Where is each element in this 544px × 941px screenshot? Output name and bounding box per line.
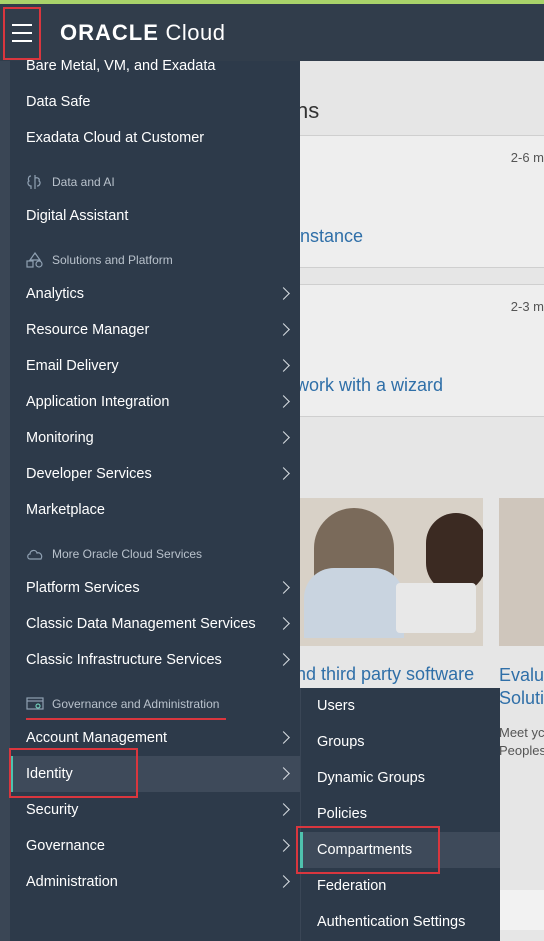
submenu-item-federation[interactable]: Federation <box>300 868 500 904</box>
card-time: 2-3 m <box>510 299 544 314</box>
menu-edge <box>0 61 10 941</box>
section-header-governance-admin: Governance and Administration <box>10 692 300 716</box>
governance-icon <box>26 697 44 710</box>
oracle-cloud-logo[interactable]: ORACLE Cloud <box>60 20 225 46</box>
feature-link[interactable]: nd third party software <box>296 664 474 685</box>
bottom-card <box>499 890 544 930</box>
chevron-right-icon <box>277 875 290 888</box>
highlight-box <box>9 748 138 798</box>
feature-image <box>296 498 483 646</box>
laptop-figure <box>396 583 476 633</box>
card-link[interactable]: instance <box>296 226 363 247</box>
menu-item-exadata-cloud[interactable]: Exadata Cloud at Customer <box>10 120 300 156</box>
menu-item-governance[interactable]: Governance <box>10 828 300 864</box>
chevron-right-icon <box>277 431 290 444</box>
menu-item-email-delivery[interactable]: Email Delivery <box>10 348 300 384</box>
card-time: 2-6 m <box>510 150 544 165</box>
chevron-right-icon <box>277 767 290 780</box>
menu-item-marketplace[interactable]: Marketplace <box>10 492 300 528</box>
submenu-item-users[interactable]: Users <box>300 688 500 724</box>
menu-item-data-safe[interactable]: Data Safe <box>10 84 300 120</box>
menu-item-analytics[interactable]: Analytics <box>10 276 300 312</box>
menu-item-platform-services[interactable]: Platform Services <box>10 570 300 606</box>
quickstart-card[interactable]: 2-6 m instance <box>296 135 544 268</box>
chevron-right-icon <box>277 617 290 630</box>
menu-item-developer-services[interactable]: Developer Services <box>10 456 300 492</box>
chevron-right-icon <box>277 839 290 852</box>
chevron-right-icon <box>277 359 290 372</box>
feature-image <box>499 498 544 646</box>
menu-item-resource-manager[interactable]: Resource Manager <box>10 312 300 348</box>
quickstart-card[interactable]: 2-3 m work with a wizard <box>296 284 544 417</box>
submenu-item-groups[interactable]: Groups <box>300 724 500 760</box>
person-figure <box>304 508 404 638</box>
chevron-right-icon <box>277 581 290 594</box>
highlight-box <box>296 826 440 874</box>
menu-item-monitoring[interactable]: Monitoring <box>10 420 300 456</box>
chevron-right-icon <box>277 731 290 744</box>
section-header-more-services: More Oracle Cloud Services <box>10 542 300 566</box>
chevron-right-icon <box>277 653 290 666</box>
section-header-solutions: Solutions and Platform <box>10 248 300 272</box>
shapes-icon <box>26 252 43 268</box>
menu-item-bare-metal[interactable]: Bare Metal, VM, and Exadata <box>10 48 300 84</box>
feature-title[interactable]: Evalua Solutic <box>499 664 544 710</box>
menu-item-security[interactable]: Security <box>10 792 300 828</box>
menu-item-classic-data-management[interactable]: Classic Data Management Services <box>10 606 300 642</box>
chevron-right-icon <box>277 467 290 480</box>
submenu-item-authentication-settings[interactable]: Authentication Settings <box>300 904 500 940</box>
person-figure <box>426 513 483 593</box>
menu-item-digital-assistant[interactable]: Digital Assistant <box>10 198 300 234</box>
menu-item-administration[interactable]: Administration <box>10 864 300 900</box>
chevron-right-icon <box>277 323 290 336</box>
chevron-right-icon <box>277 803 290 816</box>
section-header-data-and-ai: Data and AI <box>10 170 300 194</box>
menu-item-classic-infrastructure[interactable]: Classic Infrastructure Services <box>10 642 300 678</box>
menu-item-application-integration[interactable]: Application Integration <box>10 384 300 420</box>
chevron-right-icon <box>277 287 290 300</box>
submenu-item-dynamic-groups[interactable]: Dynamic Groups <box>300 760 500 796</box>
cloud-icon <box>27 549 43 560</box>
feature-description: Meet yc Peoples <box>499 725 544 758</box>
brain-icon <box>27 175 41 189</box>
card-link[interactable]: work with a wizard <box>296 375 443 396</box>
chevron-right-icon <box>277 395 290 408</box>
